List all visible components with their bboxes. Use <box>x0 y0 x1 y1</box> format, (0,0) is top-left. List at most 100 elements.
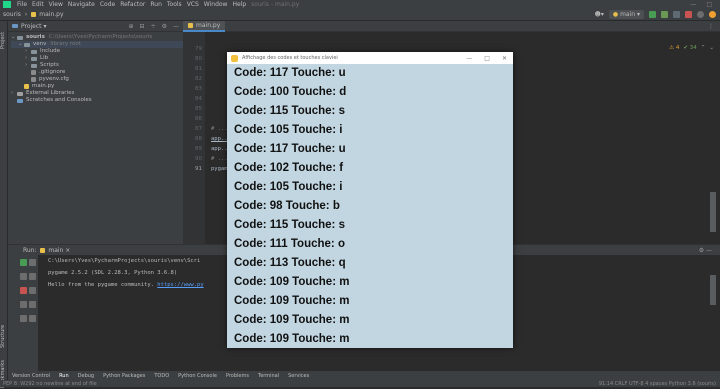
folder-icon <box>31 56 37 61</box>
menu-window[interactable]: Window <box>204 1 228 8</box>
chevron-down-icon[interactable]: ⌄ <box>709 45 714 51</box>
run-toolbar <box>8 255 38 372</box>
hide-icon[interactable]: — <box>173 23 179 30</box>
tree-venv-name: venv <box>33 41 47 47</box>
key-code-line: Code: 109 Touche: m <box>234 295 350 307</box>
tab-debug[interactable]: Debug <box>78 373 94 379</box>
console-line: C:\Users\Yves\PycharmProjects\souris\ven… <box>48 258 201 264</box>
menu-view[interactable]: View <box>49 1 63 8</box>
gear-icon[interactable]: ⚙ <box>162 23 167 30</box>
tree-item-include[interactable]: › Include <box>11 48 183 55</box>
tab-run[interactable]: Run <box>59 373 69 379</box>
soft-wrap-icon[interactable] <box>29 287 36 294</box>
line-number: 81 <box>195 66 202 72</box>
locate-icon[interactable]: ⊕ <box>129 23 134 30</box>
maximize-icon[interactable]: □ <box>484 55 490 62</box>
tree-item-gitignore[interactable]: .gitignore <box>11 69 183 76</box>
search-icon[interactable] <box>697 11 704 18</box>
pin-icon[interactable] <box>20 315 27 322</box>
gear-icon[interactable]: ⚙ — <box>699 247 720 254</box>
tab-terminal[interactable]: Terminal <box>258 373 279 379</box>
tab-main-py[interactable]: main.py <box>183 20 226 32</box>
inspection-widget[interactable]: ⚠ 4 ✔ 34 ⌃ ⌄ <box>669 45 714 51</box>
editor-scrollbar[interactable] <box>710 192 716 232</box>
rerun-icon[interactable] <box>20 259 27 266</box>
scroll-down-icon[interactable] <box>29 273 36 280</box>
tree-item-label: Scratches and Consoles <box>26 97 92 103</box>
tab-todo[interactable]: TODO <box>154 373 169 379</box>
tree-item-label: Include <box>40 48 61 54</box>
more-options-icon[interactable]: ⋮ <box>708 23 720 30</box>
stop-icon[interactable] <box>20 287 27 294</box>
console-scrollbar[interactable] <box>710 275 716 305</box>
tree-item-scratches[interactable]: Scratches and Consoles <box>11 97 183 104</box>
pygame-window-title: Affichage des codes et touches claviei <box>242 55 338 61</box>
project-panel-title[interactable]: Project <box>21 23 42 30</box>
project-panel-header: Project ▾ ⊕ ⊟ ÷ ⚙ — <box>8 21 183 32</box>
code-line: # ... <box>211 156 228 162</box>
menu-bar: File Edit View Navigate Code Refactor Ru… <box>0 0 720 9</box>
tab-python-console[interactable]: Python Console <box>178 373 217 379</box>
menu-refactor[interactable]: Refactor <box>120 1 145 8</box>
breadcrumb-file[interactable]: main.py <box>39 11 63 18</box>
menu-help[interactable]: Help <box>232 1 246 8</box>
pygame-window[interactable]: Affichage des codes et touches claviei —… <box>227 52 513 348</box>
close-icon[interactable]: ✕ <box>502 55 507 62</box>
menu-vcs[interactable]: VCS <box>187 1 199 8</box>
expand-icon[interactable]: ÷ <box>151 23 156 30</box>
left-tool-strip: Project Structure Bookmarks <box>0 21 8 388</box>
window-controls: — □ <box>690 1 720 8</box>
run-config-selector[interactable]: ● main ▾ <box>608 10 644 19</box>
debug-icon[interactable] <box>661 11 668 18</box>
tab-python-packages[interactable]: Python Packages <box>103 373 145 379</box>
line-number: 89 <box>195 146 202 152</box>
user-icon[interactable]: ☻▾ <box>595 11 604 18</box>
pygame-snake-icon <box>231 54 238 62</box>
menu-code[interactable]: Code <box>100 1 115 8</box>
tree-root[interactable]: ⌄ souris C:\Users\Yves\PycharmProjects\sou… <box>11 34 183 41</box>
menu-run[interactable]: Run <box>150 1 162 8</box>
coverage-icon[interactable] <box>673 11 680 18</box>
window-title: souris - main.py <box>251 1 300 8</box>
tab-label: main.py <box>196 21 221 29</box>
tree-item-scripts[interactable]: › Scripts <box>11 62 183 69</box>
run-panel-title: Run: <box>23 246 37 254</box>
wrench-icon[interactable] <box>20 273 27 280</box>
run-config-tab[interactable]: main <box>48 247 63 254</box>
tab-services[interactable]: Services <box>288 373 309 379</box>
pygame-window-titlebar[interactable]: Affichage des codes et touches claviei —… <box>227 52 513 64</box>
navigation-bar: souris › main.py ☻▾ ● main ▾ <box>0 9 720 21</box>
structure-tool-label[interactable]: Structure <box>0 321 8 351</box>
maximize-icon[interactable]: □ <box>706 1 712 8</box>
tree-item-external-libraries[interactable]: › External Libraries <box>11 90 183 97</box>
trash-icon[interactable] <box>29 315 36 322</box>
run-icon[interactable] <box>649 11 656 18</box>
menu-file[interactable]: File <box>17 1 27 8</box>
menu-tools[interactable]: Tools <box>167 1 182 8</box>
menu-navigate[interactable]: Navigate <box>68 1 95 8</box>
minimize-icon[interactable]: — <box>690 1 696 8</box>
print-icon[interactable] <box>29 301 36 308</box>
layout-icon[interactable] <box>20 301 27 308</box>
tab-version-control[interactable]: Version Control <box>12 373 50 379</box>
key-code-line: Code: 115 Touche: s <box>234 105 345 117</box>
scroll-up-icon[interactable] <box>29 259 36 266</box>
minimize-icon[interactable]: — <box>466 55 472 62</box>
chevron-up-icon[interactable]: ⌃ <box>701 45 706 51</box>
update-icon[interactable] <box>709 11 716 18</box>
tab-problems[interactable]: Problems <box>226 373 249 379</box>
console-link[interactable]: https://www.py <box>157 282 203 288</box>
stop-icon[interactable] <box>685 11 692 18</box>
menu-edit[interactable]: Edit <box>32 1 44 8</box>
collapse-all-icon[interactable]: ⊟ <box>140 23 145 30</box>
line-number-gutter: 79 80 81 82 83 84 85 86 87 88 89 90 91 <box>183 32 205 244</box>
key-code-line: Code: 111 Touche: o <box>234 238 345 250</box>
tree-item-main-py[interactable]: main.py <box>11 83 183 90</box>
tree-item-pyvenv[interactable]: pyvenv.cfg <box>11 76 183 83</box>
code-line: # ... <box>211 126 228 132</box>
breadcrumb-project[interactable]: souris <box>3 11 21 18</box>
tree-item-venv[interactable]: ⌄ venv library root <box>11 41 183 48</box>
project-tool-label[interactable]: Project <box>0 25 8 55</box>
status-info[interactable]: 91:14 CRLF UTF-8 4 spaces Python 3.6 (so… <box>599 381 720 387</box>
tree-item-lib[interactable]: › Lib <box>11 55 183 62</box>
